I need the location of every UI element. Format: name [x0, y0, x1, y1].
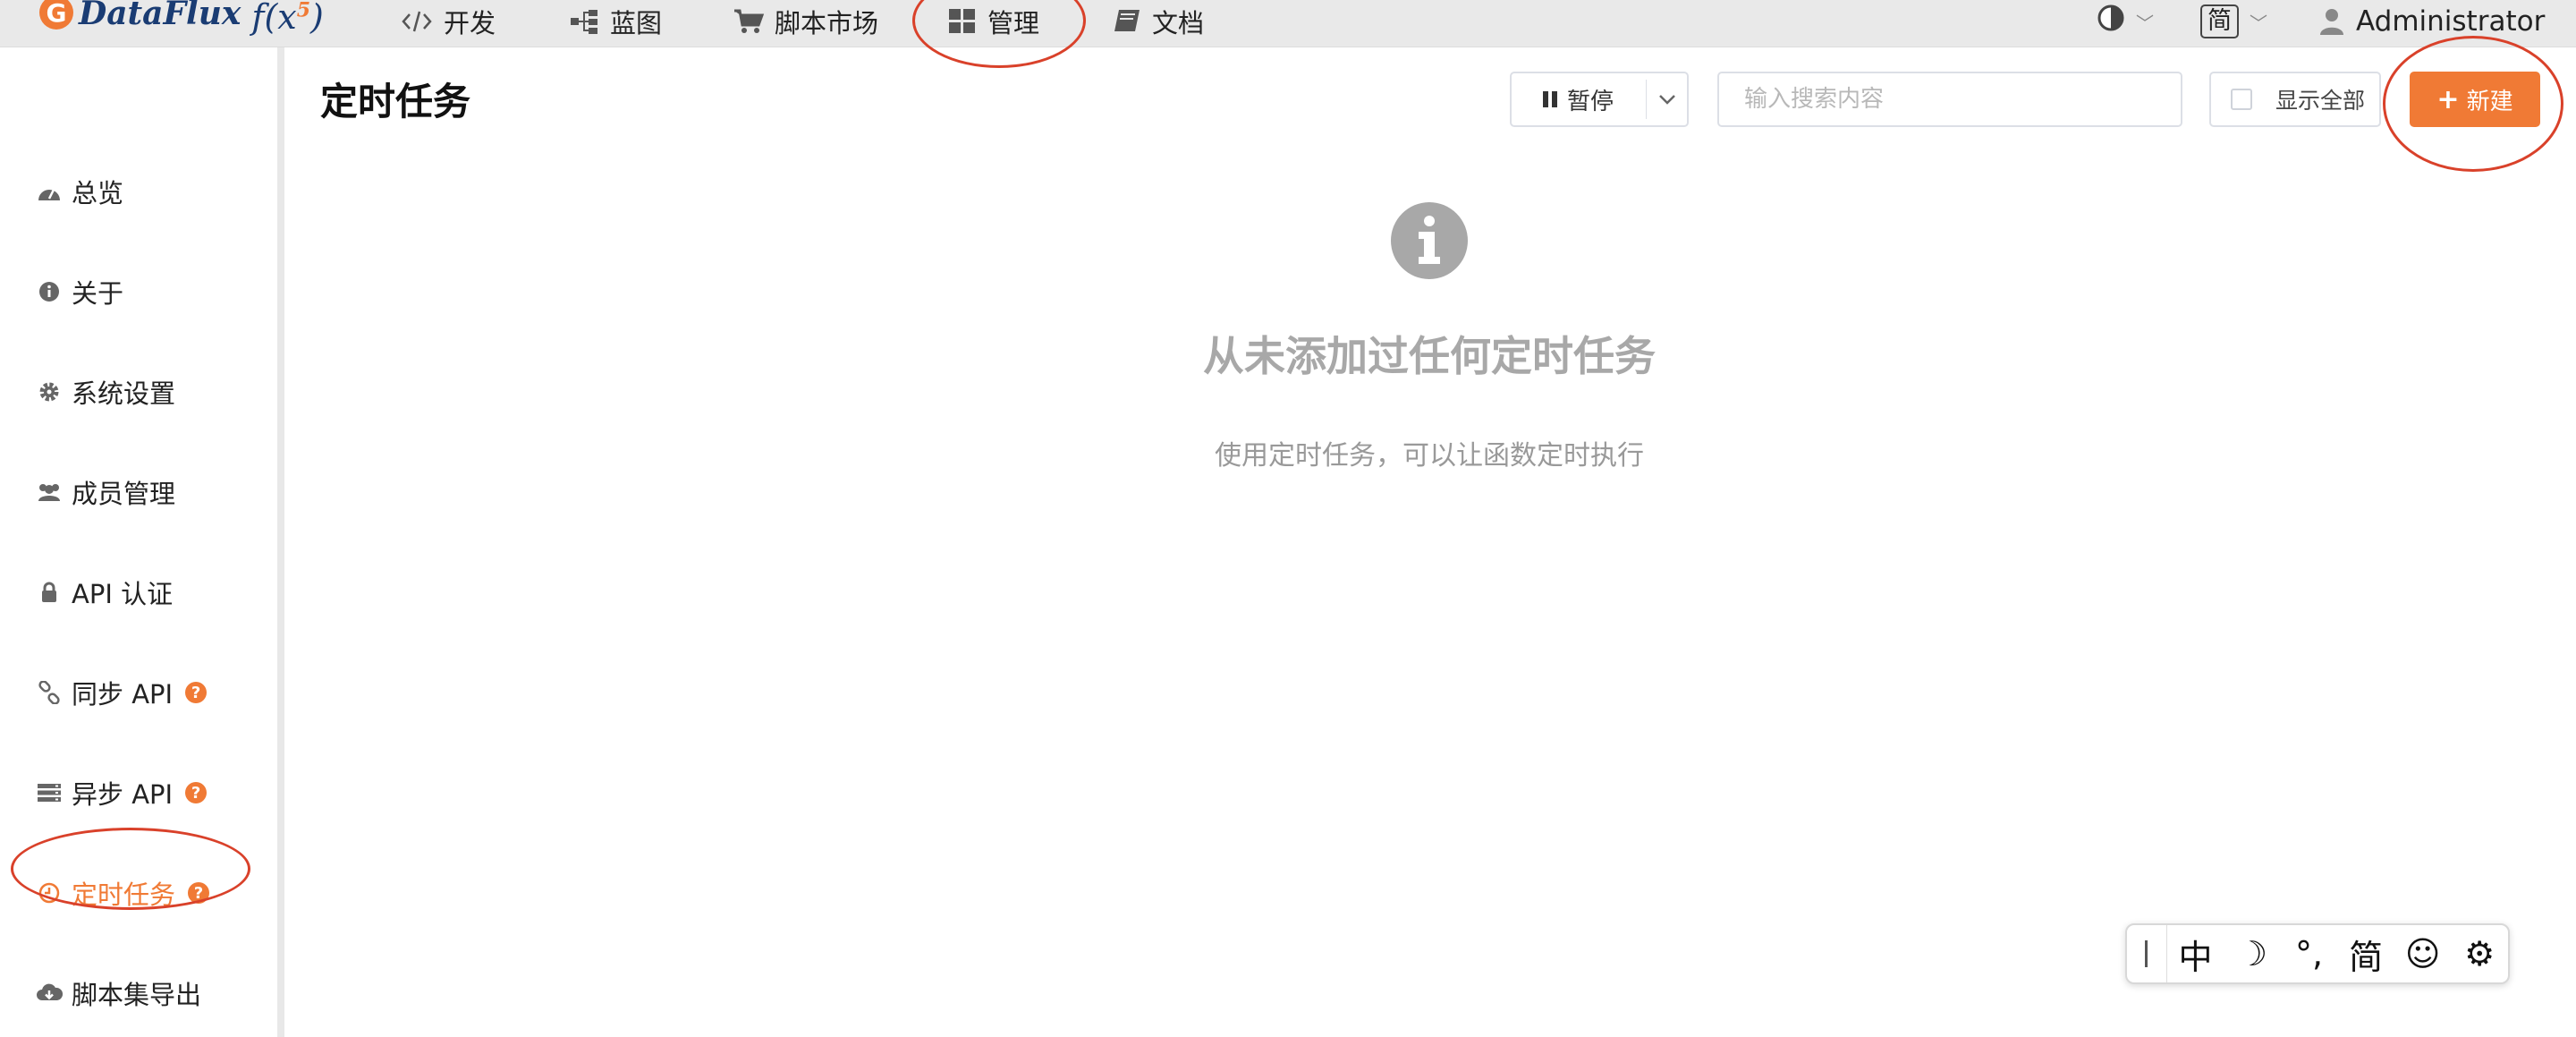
app-logo[interactable]: G DataFlux f(x5): [39, 0, 324, 43]
logo-fx: f(x5): [251, 0, 324, 37]
chevron-down-icon: ﹀: [2136, 12, 2154, 34]
pause-dropdown-toggle[interactable]: [1647, 94, 1687, 105]
ime-drag-handle[interactable]: [2127, 925, 2167, 982]
gear-icon[interactable]: ⚙: [2451, 925, 2508, 982]
top-navbar: G DataFlux f(x5) 开发 蓝图 脚本市场 管理 文档 ﹀ 简 ﹀ …: [0, 0, 2576, 47]
nav-dev[interactable]: 开发: [401, 0, 496, 43]
plus-icon: +: [2436, 83, 2460, 115]
ime-toolbar: 中 ☽ °, 简 ☺ ⚙: [2125, 923, 2510, 984]
pause-icon: [1542, 90, 1558, 108]
server-icon: [36, 783, 63, 803]
cloud-download-icon: [36, 982, 63, 1004]
search-input[interactable]: [1717, 72, 2182, 127]
cart-icon: [733, 8, 764, 35]
language-label: 简: [2200, 4, 2239, 38]
sidebar-item-scheduled-tasks[interactable]: 定时任务 ?: [36, 871, 210, 915]
show-all-checkbox[interactable]: 显示全部: [2209, 72, 2381, 127]
user-icon: [2318, 7, 2345, 36]
theme-toggle[interactable]: ﹀: [2097, 0, 2154, 43]
help-icon[interactable]: ?: [185, 782, 208, 803]
sidebar-item-about[interactable]: 关于: [36, 269, 123, 314]
sidebar-item-sync-api[interactable]: 同步 API ?: [36, 670, 208, 715]
sidebar-item-async-api[interactable]: 异步 API ?: [36, 770, 208, 815]
empty-state-title: 从未添加过任何定时任务: [1203, 332, 1656, 380]
help-icon[interactable]: ?: [185, 682, 208, 703]
link-icon: [36, 681, 63, 704]
nav-script-market[interactable]: 脚本市场: [733, 0, 878, 43]
info-icon: [1391, 202, 1468, 279]
punctuation-icon[interactable]: °,: [2281, 925, 2338, 982]
sidebar-item-overview[interactable]: 总览: [36, 169, 123, 214]
emoji-icon[interactable]: ☺: [2394, 925, 2452, 982]
chevron-down-icon: ﹀: [2250, 12, 2267, 34]
empty-state-subtitle: 使用定时任务，可以让函数定时执行: [1215, 440, 1644, 472]
chevron-down-icon: [1658, 95, 1675, 105]
dashboard-icon: [36, 181, 63, 202]
user-name: Administrator: [2356, 5, 2546, 38]
ime-simplified[interactable]: 简: [2337, 925, 2394, 982]
nav-blueprint[interactable]: 蓝图: [569, 0, 662, 43]
help-icon[interactable]: ?: [188, 882, 210, 904]
sidebar-item-members[interactable]: 成员管理: [36, 470, 175, 514]
sidebar-item-script-export[interactable]: 脚本集导出: [36, 971, 201, 1016]
blueprint-icon: [569, 8, 599, 35]
clock-icon: [36, 882, 63, 904]
logo-mark: G: [39, 0, 73, 30]
sidebar-item-settings[interactable]: 系统设置: [36, 370, 175, 414]
info-icon: [36, 281, 63, 302]
sidebar: 总览 关于 系统设置 成员管理 API 认证 同步 API ? 异步 API ?…: [0, 47, 284, 1037]
pause-split-button: 暂停: [1510, 72, 1689, 127]
ime-mode-chinese[interactable]: 中: [2167, 925, 2224, 982]
book-icon: [1113, 8, 1141, 35]
grid-icon: [948, 8, 977, 35]
user-menu[interactable]: Administrator: [2318, 0, 2545, 43]
moon-icon[interactable]: ☽: [2224, 925, 2281, 982]
sidebar-item-api-auth[interactable]: API 认证: [36, 570, 173, 615]
gear-icon: [36, 381, 63, 403]
new-task-button[interactable]: + 新建: [2410, 72, 2540, 127]
contrast-icon: [2097, 4, 2125, 39]
users-icon: [36, 481, 63, 503]
lock-icon: [36, 582, 63, 603]
nav-manage[interactable]: 管理: [948, 0, 1039, 43]
pause-button[interactable]: 暂停: [1512, 73, 1646, 125]
page-title: 定时任务: [320, 80, 471, 123]
checkbox-box[interactable]: [2231, 89, 2252, 110]
app-name: DataFlux: [79, 0, 242, 32]
code-icon: [401, 10, 433, 33]
language-switch[interactable]: 简 ﹀: [2200, 0, 2267, 43]
nav-docs[interactable]: 文档: [1113, 0, 1204, 43]
